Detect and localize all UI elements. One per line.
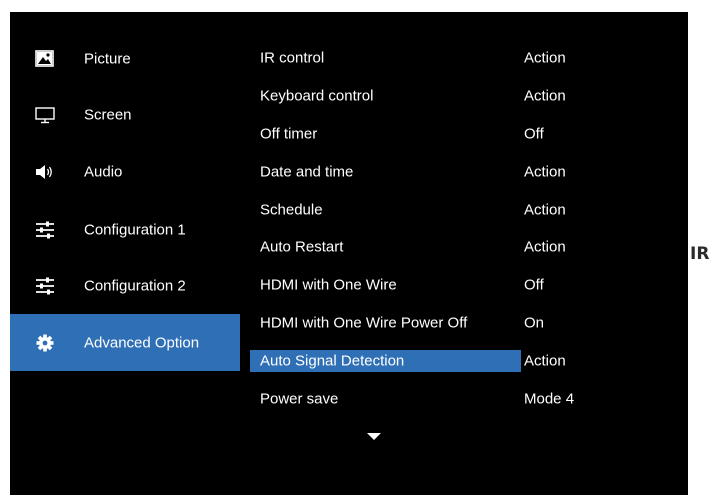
speaker-icon	[36, 165, 52, 179]
setting-name: Power save	[260, 390, 339, 408]
monitor-icon	[35, 106, 55, 123]
sliders-icon	[36, 277, 54, 295]
setting-row-hdmi-with-one-wire-power-off[interactable]: HDMI with One Wire Power Off On	[250, 312, 670, 334]
setting-row-keyboard-control[interactable]: Keyboard control Action	[250, 85, 670, 107]
sidebar-item-configuration-1[interactable]: Configuration 1	[10, 201, 240, 258]
setting-value: Off	[524, 125, 544, 143]
sidebar-item-label: Configuration 2	[84, 277, 186, 295]
setting-value: Action	[524, 201, 566, 219]
setting-name: Auto Restart	[260, 238, 344, 256]
setting-name: Date and time	[260, 163, 354, 181]
sidebar-item-picture[interactable]: Picture	[10, 44, 240, 74]
sidebar-item-advanced-option[interactable]: Advanced Option	[10, 314, 240, 371]
setting-name: Schedule	[260, 201, 323, 219]
side-caption: IR	[690, 244, 710, 264]
setting-name: IR control	[260, 49, 325, 67]
sidebar-item-label: Screen	[84, 106, 132, 123]
sidebar-item-screen[interactable]: Screen	[10, 86, 240, 143]
setting-value: Off	[524, 276, 544, 294]
picture-icon	[35, 50, 54, 67]
setting-value: Action	[524, 87, 566, 105]
setting-name: Auto Signal Detection	[260, 352, 405, 370]
setting-row-hdmi-with-one-wire[interactable]: HDMI with One Wire Off	[250, 274, 670, 296]
sliders-icon	[36, 221, 54, 238]
sidebar-item-audio[interactable]: Audio	[10, 157, 240, 187]
setting-name: Off timer	[260, 125, 318, 143]
sidebar-item-label: Configuration 1	[84, 221, 186, 238]
sidebar-item-label: Picture	[84, 50, 131, 68]
setting-value: Mode 4	[524, 390, 575, 408]
scroll-down-arrow-icon[interactable]	[367, 433, 381, 440]
setting-value: Action	[524, 163, 566, 181]
setting-value: Action	[524, 352, 566, 370]
setting-value: On	[524, 314, 545, 332]
setting-value: Action	[524, 49, 566, 67]
setting-row-auto-signal-detection[interactable]: Auto Signal Detection Action	[250, 350, 670, 372]
setting-row-power-save[interactable]: Power save Mode 4	[250, 388, 670, 410]
setting-value: Action	[524, 238, 566, 256]
setting-name: HDMI with One Wire Power Off	[260, 314, 468, 332]
setting-row-off-timer[interactable]: Off timer Off	[250, 123, 670, 145]
setting-row-auto-restart[interactable]: Auto Restart Action	[250, 236, 670, 258]
osd-menu: Picture Screen Audio Configuration 1 Con…	[10, 12, 688, 495]
sidebar-item-configuration-2[interactable]: Configuration 2	[10, 271, 240, 301]
setting-row-schedule[interactable]: Schedule Action	[250, 199, 670, 221]
gear-icon	[36, 334, 54, 351]
setting-name: HDMI with One Wire	[260, 276, 397, 294]
setting-row-ir-control[interactable]: IR control Action	[250, 47, 670, 69]
setting-name: Keyboard control	[260, 87, 374, 105]
setting-row-date-and-time[interactable]: Date and time Action	[250, 161, 670, 183]
sidebar-item-label: Advanced Option	[84, 334, 200, 351]
sidebar-item-label: Audio	[84, 163, 123, 181]
